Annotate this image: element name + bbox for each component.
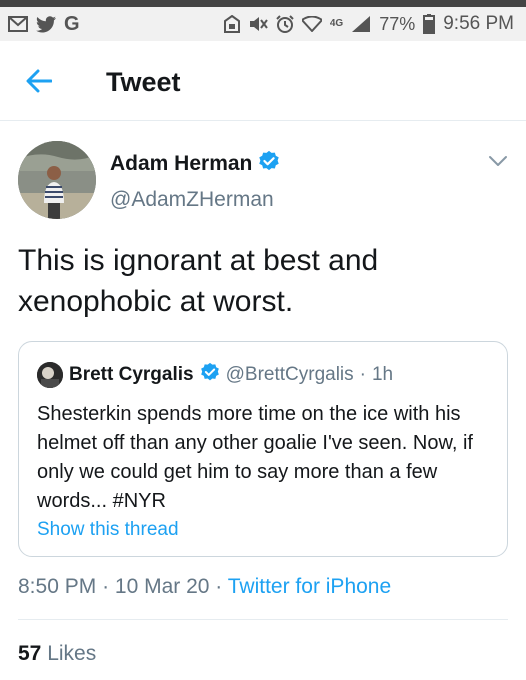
page-title: Tweet [106, 67, 181, 97]
quoted-tweet-age: 1h [371, 364, 394, 385]
verified-badge-icon [200, 362, 220, 388]
battery-icon [423, 14, 436, 34]
author-name[interactable]: Adam Herman [110, 150, 280, 178]
verified-badge-icon [258, 150, 280, 178]
author-name-text: Adam Herman [110, 152, 253, 175]
tweet-date: 10 Mar 20 [114, 575, 210, 598]
quoted-tweet-text: Shesterkin spends more time on the ice w… [37, 403, 473, 512]
status-time: 9:56 PM [443, 13, 514, 34]
wifi-icon [301, 16, 322, 32]
google-g-icon: G [64, 12, 80, 35]
mail-icon [8, 16, 28, 32]
chevron-down-icon[interactable] [488, 154, 508, 168]
app-header: Tweet [0, 41, 526, 121]
separator-dot: · [359, 364, 366, 385]
author-handle[interactable]: @AdamZHerman [110, 188, 274, 212]
status-bar: G 4G 77% 9:56 PM [0, 7, 526, 41]
screen-lock-icon [223, 15, 240, 33]
status-right-icons: 4G 77% 9:56 PM [223, 13, 514, 35]
tweet-time: 8:50 PM [18, 575, 97, 598]
signal-icon [351, 15, 371, 33]
quoted-author-name: Brett Cyrgalis [69, 364, 194, 385]
divider [18, 619, 508, 620]
back-arrow-icon[interactable] [26, 69, 53, 93]
twitter-bird-icon [36, 15, 56, 33]
likes-label: Likes [47, 642, 97, 665]
status-left-icons: G [8, 13, 80, 36]
quoted-tweet-card[interactable]: Brett Cyrgalis @BrettCyrgalis · 1h Shest… [18, 341, 508, 557]
avatar[interactable] [18, 141, 96, 219]
mute-icon [248, 15, 268, 33]
battery-percent: 77% [379, 13, 416, 34]
separator-dot: · [215, 575, 228, 598]
network-type-label: 4G [329, 18, 344, 29]
tweet-source-link[interactable]: Twitter for iPhone [228, 575, 391, 598]
likes-count: 57 [18, 642, 42, 665]
show-thread-link[interactable]: Show this thread [37, 519, 179, 541]
top-edge-strip [0, 0, 526, 7]
quoted-author-handle: @BrettCyrgalis [225, 364, 354, 385]
separator-dot: · [102, 575, 115, 598]
alarm-icon [276, 15, 294, 33]
quoted-author-avatar [37, 362, 63, 388]
tweet-text: This is ignorant at best and xenophobic … [18, 244, 379, 318]
tweet-meta: 8:50 PM · 10 Mar 20 · Twitter for iPhone [18, 575, 391, 599]
network-type: 4G [330, 19, 343, 29]
quoted-tweet-header: Brett Cyrgalis @BrettCyrgalis · 1h [37, 362, 393, 388]
likes-stat[interactable]: 57 Likes [18, 642, 96, 666]
